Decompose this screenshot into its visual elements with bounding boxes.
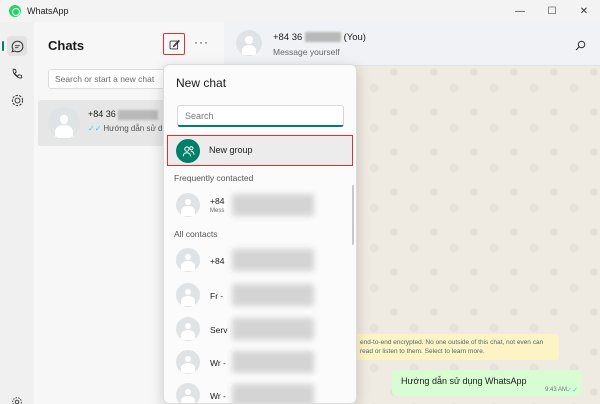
redacted-text [118,109,159,120]
new-chat-button[interactable] [163,33,185,55]
conversation-status: Message yourself [273,47,340,57]
avatar [176,317,200,341]
chat-item-name: +84 36 [88,109,159,120]
rail-settings-button[interactable] [7,392,27,404]
avatar [176,193,200,217]
frequent-contact-item[interactable]: +84 Mess [174,191,349,221]
title-bar: WhatsApp — ☐ ✕ [0,0,600,22]
contact-name: Serv [210,325,228,335]
new-chat-search-input[interactable]: Search [177,105,344,127]
chats-title: Chats [48,38,85,53]
frequently-contacted-label: Frequently contacted [174,173,254,183]
contact-item[interactable]: Wr - [174,348,349,378]
redacted-text [232,249,314,271]
contact-subtitle: Mess [210,208,225,214]
window-controls: — ☐ ✕ [504,0,600,22]
redacted-text [232,284,314,306]
contact-name: Fr - [210,291,224,301]
contact-item[interactable]: Wr - [174,381,349,403]
calls-icon [12,68,23,79]
rail-calls-button[interactable] [7,64,27,84]
settings-icon [12,397,22,404]
search-icon [575,40,586,51]
app-title: WhatsApp [27,6,69,16]
new-group-button[interactable]: New group [167,135,353,166]
conversation-avatar [236,30,262,56]
message-time: 9:43 AM [544,387,567,393]
redacted-text [304,32,341,43]
group-icon [176,139,200,163]
contact-item[interactable]: +84 [174,246,349,276]
contact-name: Wr - [210,358,226,368]
read-receipt-icon: ✓✓ [88,124,102,133]
rail-chats-button[interactable] [2,36,27,56]
new-group-label: New group [209,145,253,155]
all-contacts-label: All contacts [174,229,218,239]
redacted-text [232,318,314,340]
maximize-button[interactable]: ☐ [536,0,568,22]
redacted-text [232,384,314,403]
contact-name: Wr - [210,391,226,401]
conversation-header[interactable]: +84 36 (You) Message yourself [224,22,600,66]
redacted-text [232,351,314,373]
compose-icon [169,39,180,49]
avatar [48,107,80,139]
conversation-search-button[interactable] [575,38,586,56]
contact-name: +84 [210,196,225,206]
new-chat-popover: New chat Search New group Frequently con… [163,64,357,404]
chat-item-number: +84 36 [88,109,116,119]
conversation-you-label: (You) [343,32,366,43]
chat-item-preview: ✓✓ Hướng dẫn sử d [88,124,163,133]
avatar [176,350,200,374]
conversation-name: +84 36 (You) [273,32,366,43]
navigation-rail [0,22,34,404]
read-receipt-icon: ✓✓ [566,387,578,394]
avatar [176,383,200,403]
outgoing-message[interactable]: Hướng dẫn sử dụng WhatsApp 9:43 AM ✓✓ [392,370,582,396]
chat-item-preview-text: Hướng dẫn sử d [103,124,163,133]
contact-name: +84 [210,256,225,266]
encryption-notice[interactable]: end-to-end encrypted. No one outside of … [354,334,559,360]
status-icon [11,94,23,106]
contact-item[interactable]: Serv [174,315,349,345]
contact-item[interactable]: Fr - [174,281,349,311]
popover-scrollbar[interactable] [352,185,354,245]
whatsapp-logo-icon [9,5,21,17]
chats-icon [10,40,23,53]
close-button[interactable]: ✕ [568,0,600,22]
more-options-button[interactable]: ··· [194,35,209,49]
redacted-text [232,194,314,216]
rail-status-button[interactable] [7,90,27,110]
message-text: Hướng dẫn sử dụng WhatsApp [401,376,527,386]
avatar [176,248,200,272]
minimize-button[interactable]: — [504,0,536,22]
conversation-number: +84 36 [273,32,303,43]
new-chat-title: New chat [176,76,227,90]
avatar [176,283,200,307]
